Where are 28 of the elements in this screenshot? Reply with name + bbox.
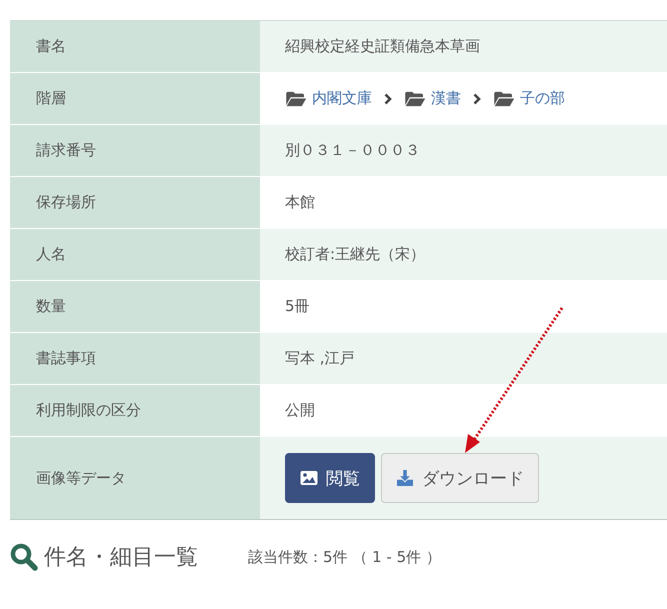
field-label: 人名 bbox=[10, 229, 260, 280]
download-icon bbox=[396, 470, 414, 486]
view-button[interactable]: 閲覧 bbox=[285, 453, 375, 503]
breadcrumb-link[interactable]: 内閣文庫 bbox=[285, 89, 372, 108]
image-icon bbox=[300, 470, 318, 486]
field-label: 数量 bbox=[10, 281, 260, 332]
folder-icon bbox=[493, 90, 515, 106]
folder-icon bbox=[285, 90, 307, 106]
field-label: 利用制限の区分 bbox=[10, 385, 260, 436]
field-label: 書名 bbox=[10, 21, 260, 72]
folder-icon bbox=[404, 90, 426, 106]
breadcrumb-link[interactable]: 子の部 bbox=[493, 89, 565, 108]
field-label: 階層 bbox=[10, 73, 260, 124]
chevron-icon bbox=[473, 92, 481, 104]
table-cell: 紹興校定経史証類備急本草画 bbox=[260, 21, 667, 72]
field-label: 請求番号 bbox=[10, 125, 260, 176]
result-count: 該当件数：5件 （ 1 - 5件 ） bbox=[248, 548, 441, 566]
chevron-icon bbox=[384, 92, 392, 104]
breadcrumb-link[interactable]: 漢書 bbox=[404, 89, 461, 108]
field-label: 保存場所 bbox=[10, 177, 260, 228]
table-cell: 校訂者:王継先（宋） bbox=[260, 229, 667, 280]
download-button[interactable]: ダウンロード bbox=[381, 453, 539, 503]
search-icon bbox=[10, 543, 38, 571]
section-title: 件名・細目一覧 bbox=[44, 544, 198, 572]
field-label: 書誌事項 bbox=[10, 333, 260, 384]
table-cell: 別０３１－０００３ bbox=[260, 125, 667, 176]
table-cell: 写本 ,江戸 bbox=[260, 333, 667, 384]
field-label: 画像等データ bbox=[10, 437, 260, 519]
